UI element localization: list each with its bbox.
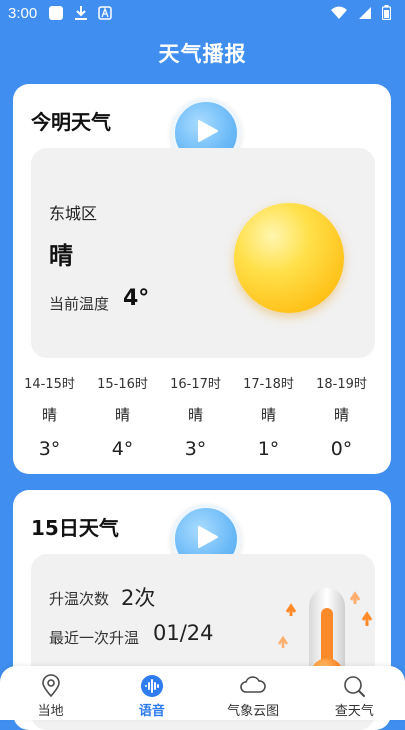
nav-label: 语音 <box>138 704 165 719</box>
district-name: 东城区 <box>49 204 98 223</box>
voice-wave-icon <box>140 674 164 702</box>
hour-condition: 晴 <box>187 406 203 424</box>
rise-count-value: 2次 <box>121 586 156 610</box>
hour-condition: 晴 <box>41 406 57 424</box>
play-icon <box>198 526 218 548</box>
hour-temp: 3° <box>38 438 61 460</box>
hour-time: 16-17时 <box>170 377 221 392</box>
nav-label: 查天气 <box>334 704 374 719</box>
rise-count-label: 升温次数 <box>49 590 110 608</box>
download-icon <box>74 5 88 25</box>
hour-time: 14-15时 <box>24 377 75 392</box>
current-condition: 晴 <box>49 242 73 270</box>
current-temp-value: 4° <box>123 286 150 311</box>
cloud-icon <box>239 674 267 700</box>
hourly-item: 18-19时 晴 0° <box>305 373 378 460</box>
signal-icon <box>358 6 372 24</box>
app-notification-icon <box>48 5 64 25</box>
app-title: 天气播报 <box>158 42 247 66</box>
current-temp-label: 当前温度 <box>49 295 110 313</box>
location-pin-icon <box>40 674 62 702</box>
hourly-item: 17-18时 晴 1° <box>232 373 305 460</box>
hour-condition: 晴 <box>114 406 130 424</box>
search-icon <box>342 674 366 702</box>
wifi-icon <box>330 6 348 24</box>
hour-temp: 3° <box>184 438 207 460</box>
last-rise-value: 01/24 <box>153 621 214 645</box>
play-icon <box>198 120 218 142</box>
system-icons <box>330 5 392 24</box>
notification-icons <box>48 5 112 25</box>
hour-time: 15-16时 <box>97 377 148 392</box>
sun-icon <box>234 203 344 313</box>
hour-condition: 晴 <box>333 406 349 424</box>
status-bar: 3:00 <box>0 0 405 28</box>
hourly-item: 14-15时 晴 3° <box>13 373 86 460</box>
last-rise-label: 最近一次升温 <box>49 629 140 647</box>
font-app-icon <box>98 6 112 24</box>
hourly-forecast: 14-15时 晴 3° 15-16时 晴 4° 16-17时 晴 3° 17-1… <box>13 373 391 460</box>
nav-label: 气象云图 <box>227 704 280 719</box>
nav-item-cloud-map[interactable]: 气象云图 <box>203 666 304 720</box>
today-weather-card: 今明天气 东城区 晴 当前温度 4° 14-15时 晴 3° 15-16时 晴 … <box>13 84 391 474</box>
hour-time: 18-19时 <box>316 377 367 392</box>
current-weather-panel: 东城区 晴 当前温度 4° <box>31 148 375 358</box>
nav-label: 当地 <box>37 704 64 719</box>
hour-temp: 1° <box>257 438 280 460</box>
hour-temp: 4° <box>111 438 134 460</box>
nav-item-voice[interactable]: 语音 <box>101 666 202 720</box>
card-title: 今明天气 <box>31 110 111 134</box>
card-title: 15日天气 <box>31 516 119 540</box>
bottom-navigation: 当地 语音 气象云图 查天气 <box>0 666 405 720</box>
hour-condition: 晴 <box>260 406 276 424</box>
hour-time: 17-18时 <box>243 377 294 392</box>
battery-icon <box>381 5 392 24</box>
nav-item-local[interactable]: 当地 <box>0 666 101 720</box>
hourly-item: 15-16时 晴 4° <box>86 373 159 460</box>
hourly-item: 16-17时 晴 3° <box>159 373 232 460</box>
hour-temp: 0° <box>330 438 353 460</box>
nav-item-search-weather[interactable]: 查天气 <box>304 666 405 720</box>
status-time: 3:00 <box>8 5 38 22</box>
